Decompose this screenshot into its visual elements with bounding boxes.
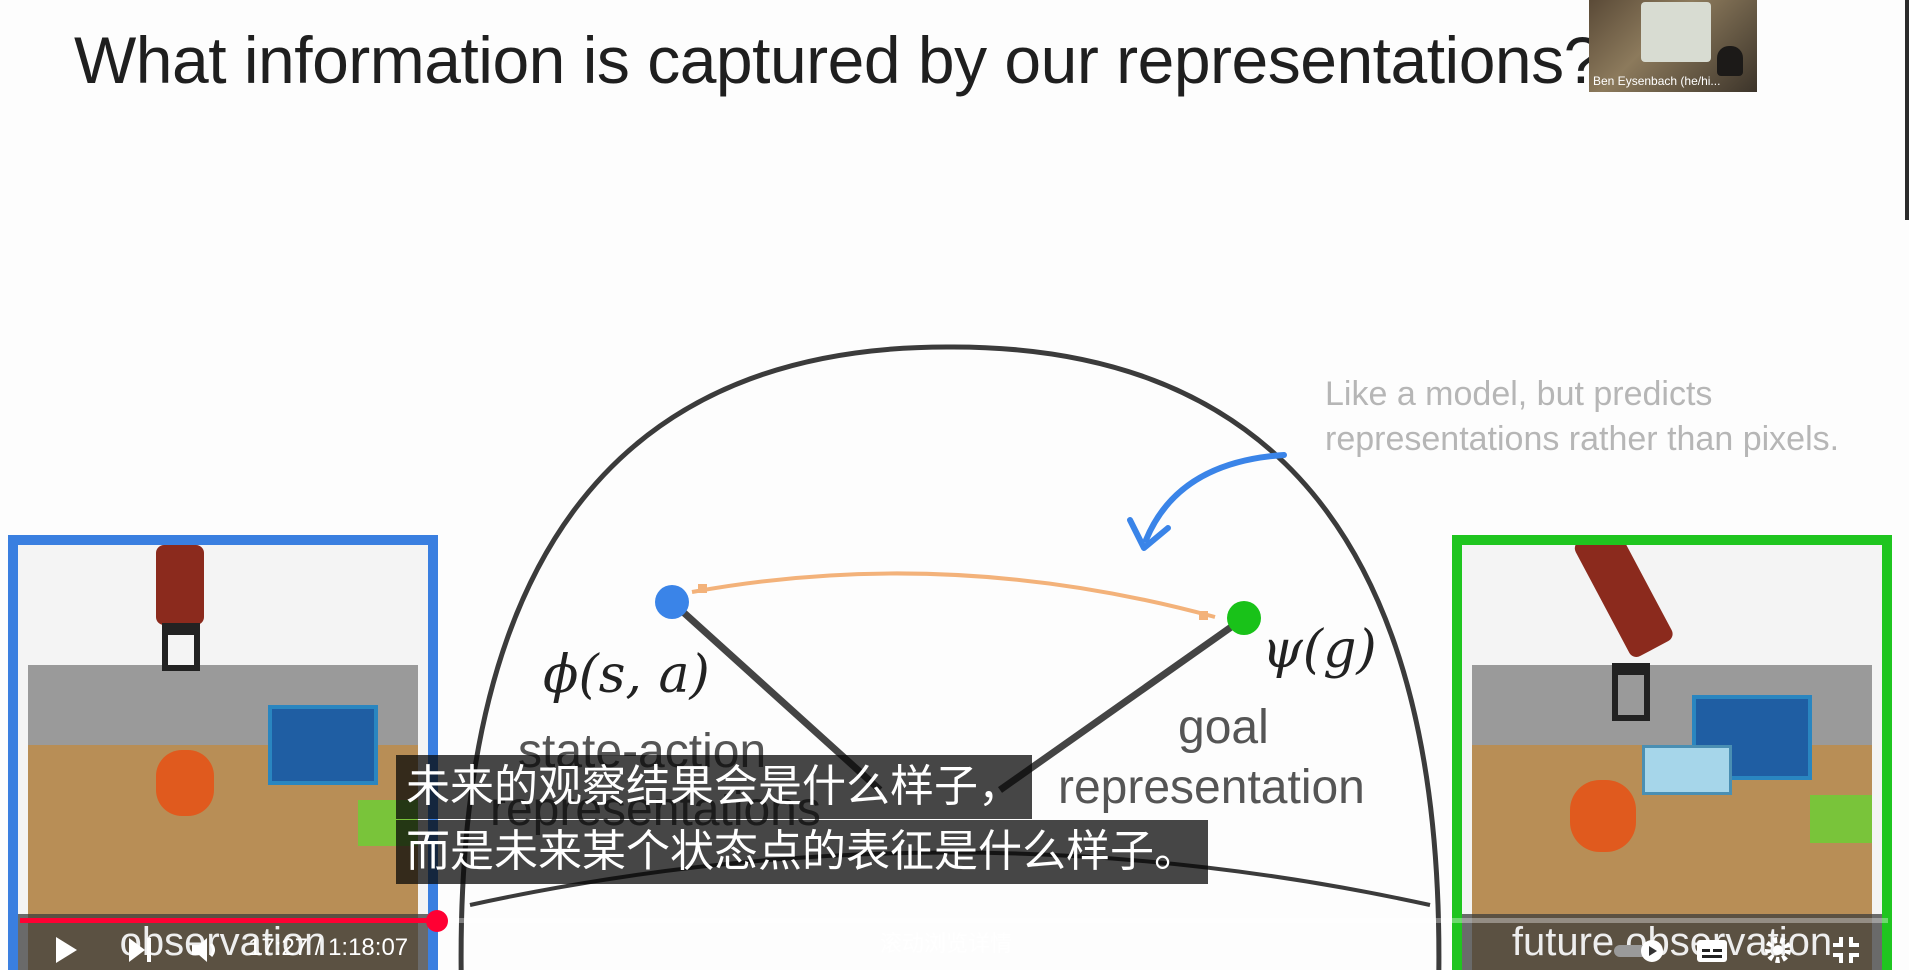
scroll-hint[interactable]: 滚动浏览详情: [880, 926, 1012, 958]
robot-arm: [1572, 545, 1676, 660]
slide: What information is captured by our repr…: [0, 0, 1909, 970]
player-controls: 17:27 / 1:18:07 滚动浏览详情: [0, 930, 1909, 970]
goal-dot: [1227, 601, 1261, 635]
settings-icon: [1765, 937, 1791, 963]
autoplay-toggle[interactable]: [1610, 930, 1670, 970]
progress-played: [20, 918, 438, 923]
prediction-arc: [691, 571, 1216, 619]
subtitle-line-2: 而是未来某个状态点的表征是什么样子。: [396, 820, 1208, 884]
settings-button[interactable]: [1758, 930, 1798, 970]
drawer-box: [268, 705, 378, 785]
phi-label: ϕ(s, a): [543, 645, 710, 705]
psi-label: ψ(g): [1262, 620, 1377, 680]
time-display: 17:27 / 1:18:07: [248, 934, 409, 961]
goal-label-line-1: goal: [1178, 701, 1269, 754]
play-button[interactable]: [46, 930, 86, 970]
goal-label-line-2: representation: [1058, 761, 1365, 814]
green-block: [1810, 795, 1872, 843]
robot-arm: [156, 545, 204, 625]
orange-object: [1570, 780, 1636, 852]
play-icon: [56, 937, 77, 963]
exit-fullscreen-icon: [1833, 937, 1859, 963]
arc-end-right: [1199, 611, 1208, 620]
orange-object: [156, 750, 214, 816]
volume-icon: [192, 938, 215, 962]
drawer-open: [1642, 745, 1732, 795]
state-dot: [655, 585, 689, 619]
volume-button[interactable]: [186, 930, 226, 970]
exit-fullscreen-button[interactable]: [1826, 930, 1866, 970]
next-button[interactable]: [120, 930, 160, 970]
autoplay-toggle-icon: [1614, 940, 1663, 962]
subtitles-button[interactable]: [1692, 930, 1732, 970]
subtitles-icon: [1697, 940, 1727, 962]
current-observation-frame: observation: [8, 535, 438, 970]
subtitle-line-1: 未来的观察结果会是什么样子，: [396, 755, 1032, 819]
future-observation-frame: future observation: [1452, 535, 1892, 970]
robot-gripper: [1612, 663, 1650, 721]
progress-bar[interactable]: [20, 910, 1888, 932]
next-icon: [129, 938, 151, 962]
robot-gripper: [162, 623, 200, 671]
arc-end-left: [698, 584, 707, 593]
